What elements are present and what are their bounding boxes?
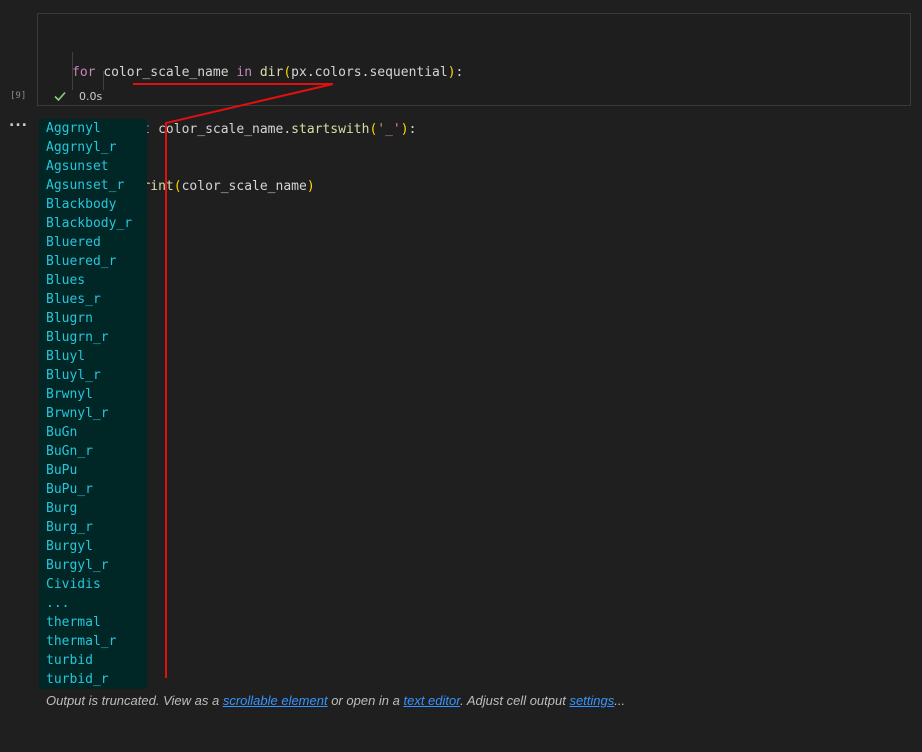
output-line: BuPu_r [46,482,93,497]
truncation-text: . Adjust cell output [460,693,570,708]
output-line: Blackbody [46,197,117,212]
output-line: Blues_r [46,292,101,307]
output-line: Aggrnyl [46,121,101,136]
output-line: Bluered_r [46,254,117,269]
colon: : [455,65,464,80]
output-line: Bluered [46,235,101,250]
output-line: Aggrnyl_r [46,140,117,155]
output-line: Brwnyl_r [46,406,109,421]
execution-time: 0.0s [79,89,103,103]
cell-status: 0.0s [53,89,102,103]
output-line: ... [46,596,70,611]
output-line: Burgyl [46,539,93,554]
output-line: thermal_r [46,634,117,649]
function-name: dir [259,65,284,80]
object-ref: color_scale_name. [158,122,292,137]
check-icon [54,91,66,102]
argument: color_scale_name [181,179,307,194]
truncation-text: ... [614,693,626,708]
text-editor-link[interactable]: text editor [403,693,460,708]
function-name: startswith [291,122,370,137]
argument: px.colors.sequential [291,65,448,80]
output-line: Agsunset [46,159,109,174]
output-line: Blues [46,273,86,288]
code-line-1: for color_scale_name in dir(px.colors.se… [72,63,463,82]
colon: : [408,122,417,137]
settings-link[interactable]: settings [569,693,614,708]
keyword-in: in [236,65,253,80]
output-line: BuPu [46,463,78,478]
output-line: Bluyl_r [46,368,101,383]
output-line: Blugrn [46,311,93,326]
code-cell[interactable]: for color_scale_name in dir(px.colors.se… [37,13,911,194]
output-line: BuGn_r [46,444,93,459]
output-line: thermal [46,615,101,630]
variable: color_scale_name [103,65,229,80]
string-literal: '_' [377,122,401,137]
output-line: Blackbody_r [46,216,133,231]
output-line: Brwnyl [46,387,93,402]
paren: ) [306,179,315,194]
truncation-text: Output is truncated. View as a [46,693,223,708]
output-line: Burgyl_r [46,558,109,573]
paren: ( [173,179,182,194]
paren: ) [447,65,456,80]
output-line: Bluyl [46,349,86,364]
paren: ( [283,65,292,80]
keyword-for: for [72,65,96,80]
output-line: Burg [46,501,78,516]
output-line: Burg_r [46,520,93,535]
output-line: Agsunset_r [46,178,125,193]
output-line: turbid [46,653,93,668]
output-line: Cividis [46,577,101,592]
truncation-message: Output is truncated. View as a scrollabl… [46,693,625,708]
output-line: BuGn [46,425,78,440]
scrollable-element-link[interactable]: scrollable element [223,693,328,708]
output-area: Aggrnyl Aggrnyl_r Agsunset Agsunset_r Blackb… [39,119,147,689]
output-more-actions-icon[interactable]: ... [9,114,28,130]
output-line: turbid_r [46,672,109,687]
truncation-text: or open in a [327,693,404,708]
execution-count: [9] [10,91,27,101]
paren: ) [400,122,409,137]
output-line: Blugrn_r [46,330,109,345]
